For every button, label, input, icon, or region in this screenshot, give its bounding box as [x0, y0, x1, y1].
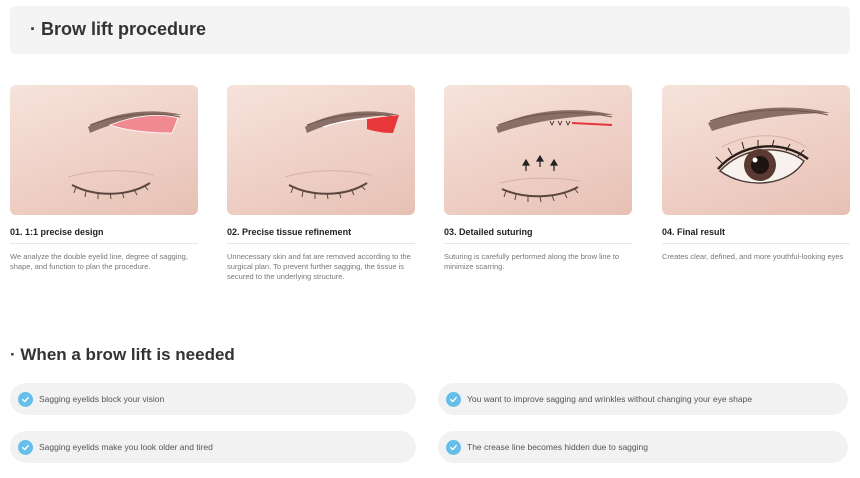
step-1-illustration	[10, 85, 198, 215]
check-circle-icon	[18, 439, 33, 455]
check-circle-icon	[446, 391, 461, 407]
check-circle-icon	[18, 391, 33, 407]
step-4-title: 04. Final result	[662, 227, 726, 237]
tissue-refinement-illustration	[284, 111, 399, 200]
step-1-description: We analyze the double eyelid line, degre…	[10, 252, 188, 271]
step-3-title: 03. Detailed suturing	[444, 227, 533, 237]
suturing-illustration	[496, 110, 614, 203]
procedure-title: · Brow lift procedure	[30, 19, 207, 39]
open-eye-result-illustration	[708, 107, 830, 184]
needed-item-label: You want to improve sagging and wrinkles…	[467, 394, 753, 404]
step-4-divider	[662, 243, 850, 244]
needed-item-1: Sagging eyelids block your vision	[10, 383, 416, 415]
step-2-illustration	[227, 85, 415, 215]
procedure-step-2: 02. Precise tissue refinement Unnecessar…	[227, 85, 415, 282]
needed-item-4: The crease line becomes hidden due to sa…	[438, 431, 848, 463]
procedure-step-3: 03. Detailed suturing Suturing is carefu…	[444, 85, 632, 272]
step-3-illustration	[444, 85, 632, 215]
step-4-description: Creates clear, defined, and more youthfu…	[662, 252, 844, 261]
section-title-bar: · Brow lift procedure	[10, 6, 850, 54]
needed-item-2: You want to improve sagging and wrinkles…	[438, 383, 848, 415]
step-2-divider	[227, 243, 415, 244]
procedure-step-1: 01. 1:1 precise design We analyze the do…	[10, 85, 198, 272]
step-4-illustration	[662, 85, 850, 215]
check-circle-icon	[446, 439, 461, 455]
step-1-divider	[10, 243, 198, 244]
needed-item-label: Sagging eyelids block your vision	[39, 394, 165, 404]
step-2-description: Unnecessary skin and fat are removed acc…	[227, 252, 411, 281]
needed-item-label: The crease line becomes hidden due to sa…	[467, 442, 648, 452]
step-2-title: 02. Precise tissue refinement	[227, 227, 352, 237]
step-3-divider	[444, 243, 632, 244]
closed-eye-design-illustration	[67, 111, 182, 200]
needed-item-3: Sagging eyelids make you look older and …	[10, 431, 416, 463]
step-3-description: Suturing is carefully performed along th…	[444, 252, 620, 271]
needed-item-label: Sagging eyelids make you look older and …	[39, 442, 213, 452]
procedure-step-4: 04. Final result Creates clear, defined,…	[662, 85, 850, 262]
step-1-title: 01. 1:1 precise design	[10, 227, 104, 237]
procedure-steps: 01. 1:1 precise design We analyze the do…	[10, 85, 850, 295]
needed-title: · When a brow lift is needed	[10, 345, 235, 364]
